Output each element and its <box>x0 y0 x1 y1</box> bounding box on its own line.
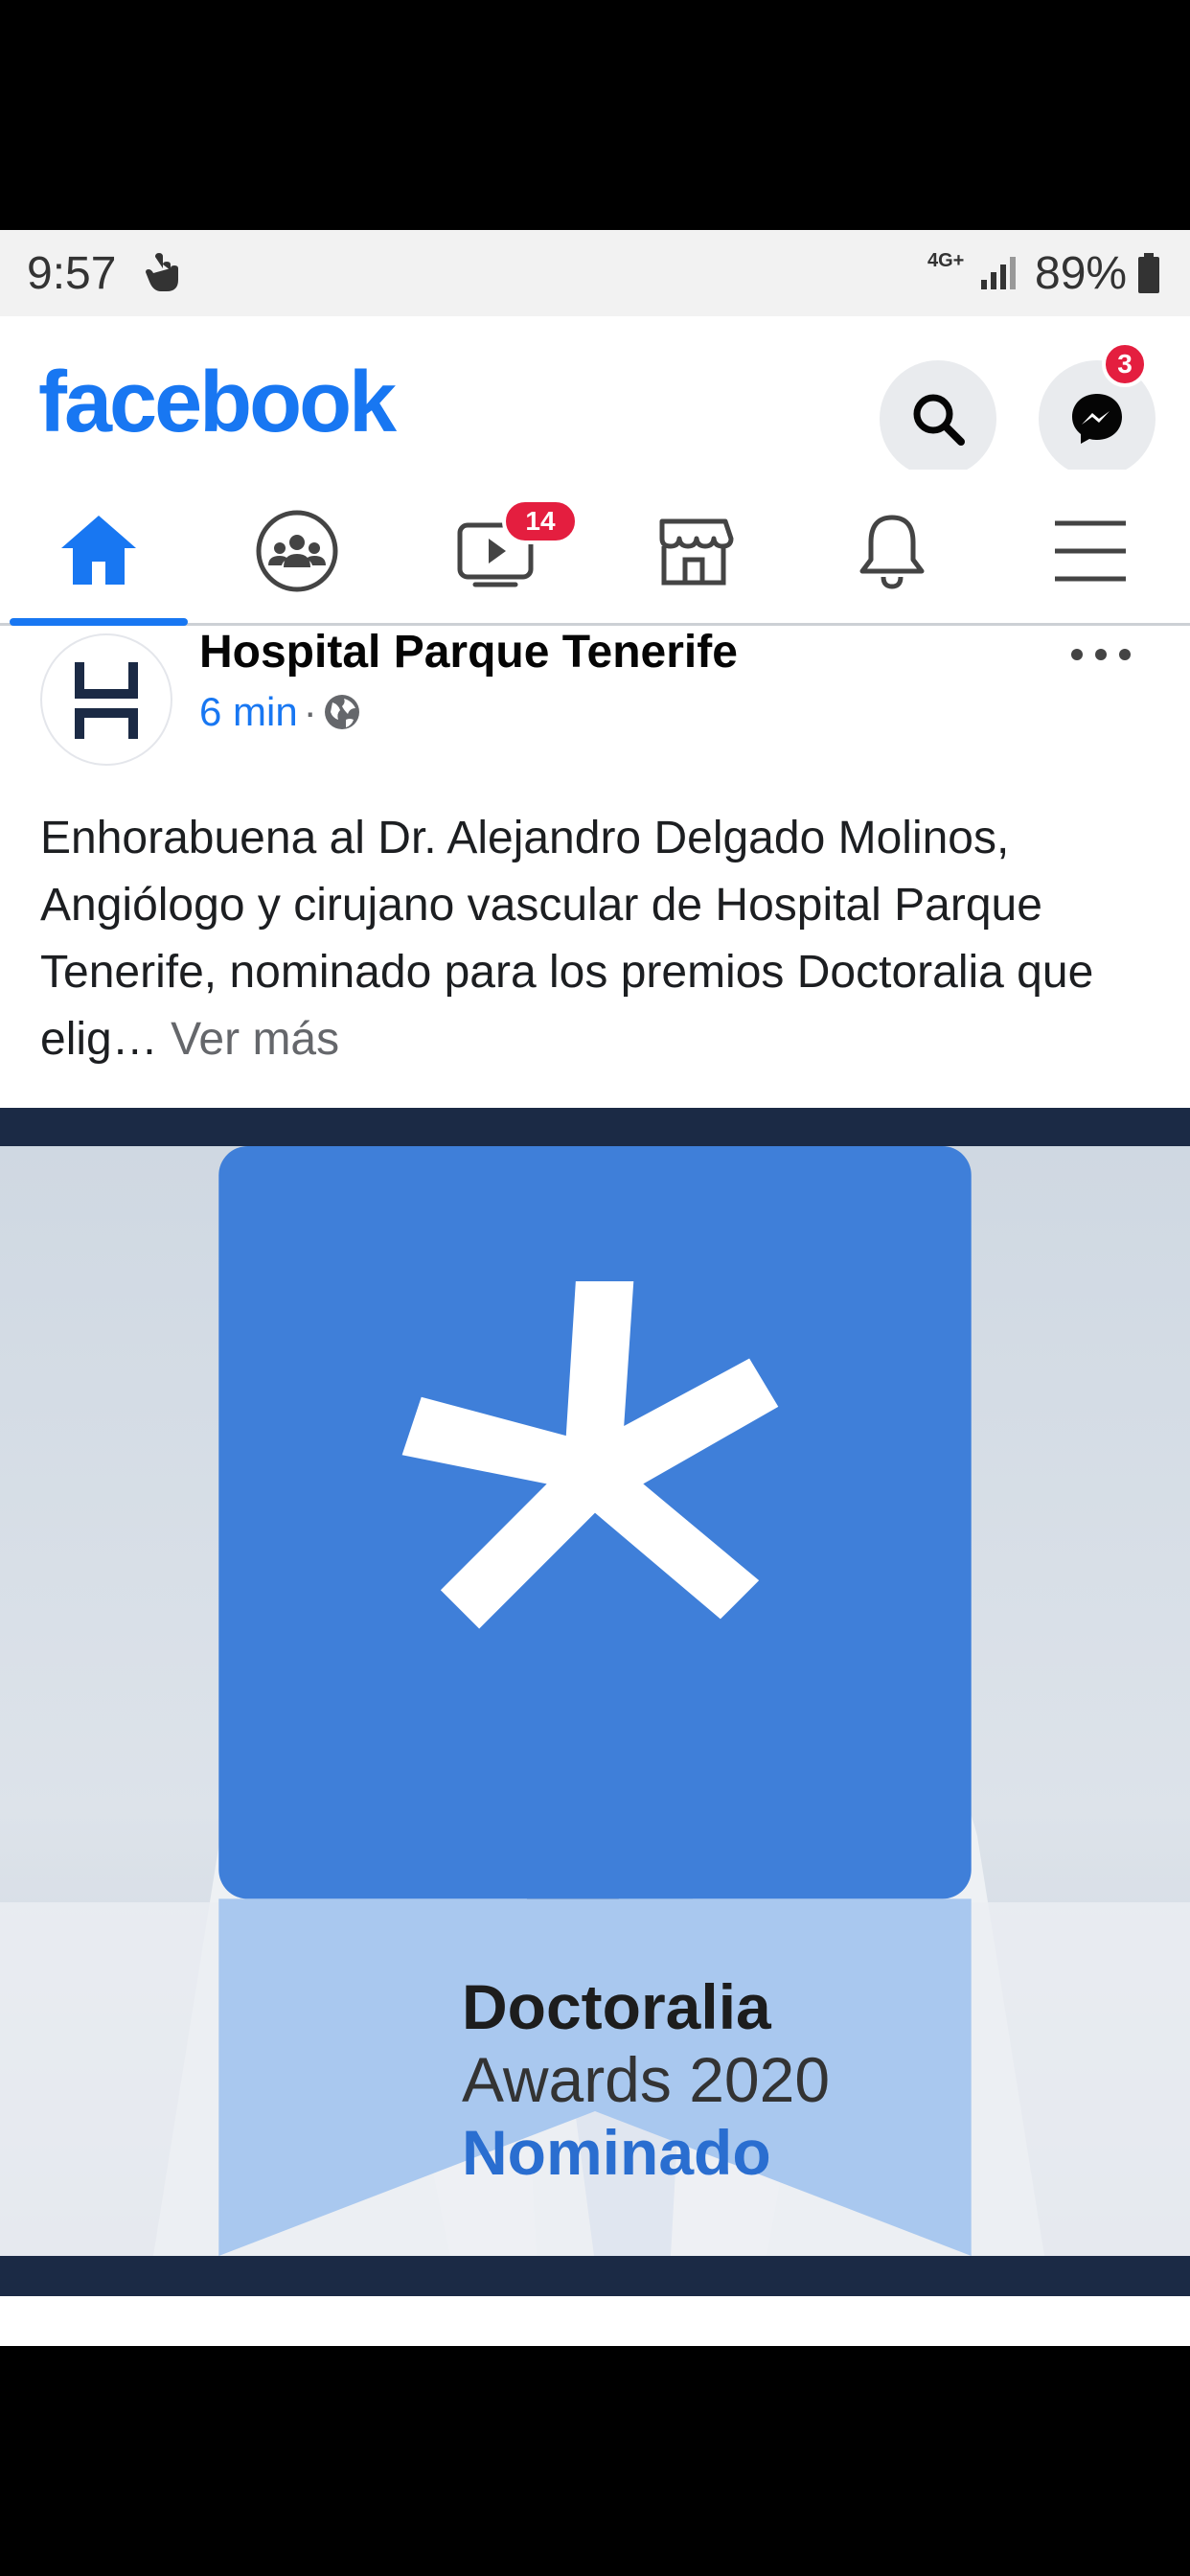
messenger-badge: 3 <box>1102 341 1148 387</box>
tab-marketplace[interactable] <box>595 470 793 623</box>
marketplace-icon <box>659 518 734 586</box>
tab-bar <box>0 470 1190 626</box>
menu-icon <box>1055 520 1126 582</box>
groups-icon <box>256 510 338 592</box>
active-tab-indicator <box>10 618 188 626</box>
post-meta: 6 min · <box>199 689 361 735</box>
post-time[interactable]: 6 min <box>199 689 298 734</box>
status-time: 9:57 <box>27 248 117 299</box>
post-image[interactable]: Doctoralia Awards 2020 Nominado <box>0 1108 1190 2296</box>
post-header: Hospital Parque Tenerife 6 min · <box>0 626 1190 770</box>
page-name[interactable]: Hospital Parque Tenerife <box>199 626 738 678</box>
network-type: 4G+ <box>927 250 965 271</box>
tab-groups[interactable] <box>198 470 397 623</box>
watch-badge: 14 <box>502 498 579 544</box>
messenger-icon <box>1072 394 1122 444</box>
bell-icon <box>859 515 925 589</box>
award-title: Doctoralia <box>462 1971 771 2042</box>
status-bar: 9:57 4G+ 89% <box>0 230 1190 316</box>
award-status: Nominado <box>462 2117 771 2188</box>
touch-hand-icon <box>146 253 178 291</box>
search-icon <box>913 394 965 446</box>
facebook-feed-screen: 9:57 4G+ 89% facebook 3 14 Hospital Parq… <box>0 230 1190 2346</box>
see-more-link[interactable]: Ver más <box>171 1014 339 1065</box>
home-icon <box>61 516 136 585</box>
post-text: Enhorabuena al Dr. Alejandro Delgado Mol… <box>40 805 1161 1073</box>
app-header: facebook <box>0 316 1190 477</box>
signal-icon <box>981 257 1016 289</box>
tab-notifications[interactable] <box>793 470 992 623</box>
battery-percent: 89% <box>1035 248 1128 299</box>
facebook-logo[interactable]: facebook <box>38 355 397 450</box>
more-options-icon[interactable] <box>1067 645 1134 664</box>
tab-menu[interactable] <box>992 470 1190 623</box>
tab-home[interactable] <box>0 470 198 626</box>
doctor-photo: Doctoralia Awards 2020 Nominado <box>0 1146 1190 2256</box>
page-avatar[interactable] <box>40 633 172 766</box>
search-button[interactable] <box>880 360 996 477</box>
globe-icon <box>324 695 359 729</box>
hospital-logo-icon <box>75 662 138 739</box>
tab-watch[interactable] <box>397 470 595 623</box>
meta-separator: · <box>303 689 317 734</box>
battery-icon <box>1138 253 1159 293</box>
award-year: Awards 2020 <box>462 2044 831 2115</box>
